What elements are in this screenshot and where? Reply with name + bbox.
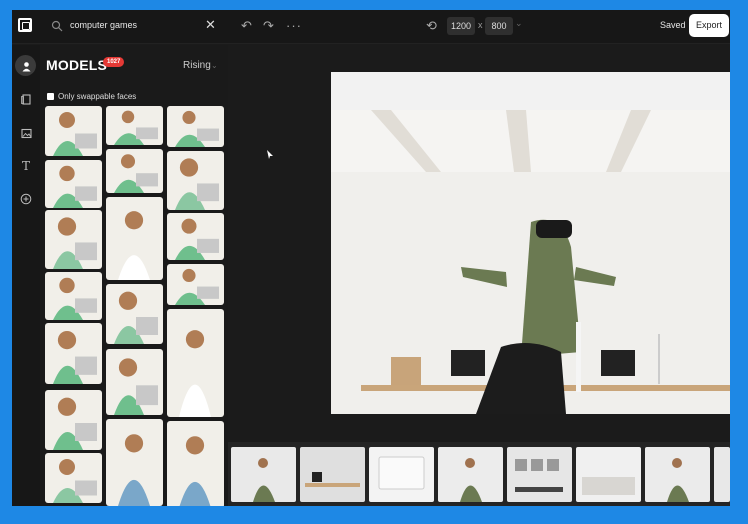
clear-search-icon[interactable]: ✕ — [205, 18, 216, 32]
export-button[interactable]: Export — [689, 14, 729, 37]
filmstrip-frame[interactable] — [369, 447, 434, 502]
mouse-cursor — [267, 150, 273, 159]
height-input[interactable]: 800 — [485, 17, 513, 35]
search-icon — [51, 20, 63, 32]
model-thumbnail[interactable] — [167, 213, 224, 260]
panel-title: MODELS — [46, 57, 108, 73]
model-thumbnail[interactable] — [45, 210, 102, 269]
templates-icon[interactable] — [17, 90, 35, 108]
filmstrip-frame[interactable] — [300, 447, 365, 502]
model-thumbnail[interactable] — [106, 349, 163, 415]
search-input[interactable]: computer games — [70, 20, 137, 30]
model-thumbnail[interactable] — [45, 160, 102, 208]
dimension-separator: x — [478, 20, 483, 30]
model-thumbnail[interactable] — [106, 106, 163, 145]
image-icon[interactable] — [17, 124, 35, 142]
model-thumbnail[interactable] — [106, 419, 163, 506]
model-thumbnail[interactable] — [106, 197, 163, 280]
model-thumbnail[interactable] — [167, 309, 224, 417]
redo-icon[interactable]: ↷ — [263, 18, 274, 34]
undo-icon[interactable]: ↶ — [241, 18, 252, 34]
model-thumbnail[interactable] — [106, 149, 163, 193]
canvas-image[interactable] — [331, 72, 730, 414]
model-thumbnail[interactable] — [45, 106, 102, 156]
swappable-faces-checkbox[interactable] — [47, 93, 54, 100]
model-thumbnail[interactable] — [167, 106, 224, 147]
vr-scene-illustration — [331, 72, 730, 414]
more-icon[interactable]: ··· — [286, 18, 302, 34]
chevron-down-icon[interactable]: ⌄ — [211, 61, 218, 70]
side-rail: T — [12, 45, 40, 506]
model-thumbnail[interactable] — [167, 151, 224, 210]
filmstrip-frame[interactable] — [231, 447, 296, 502]
app-logo[interactable] — [18, 18, 32, 32]
filmstrip-frame[interactable] — [645, 447, 710, 502]
text-icon[interactable]: T — [17, 157, 35, 175]
filmstrip-frame[interactable] — [576, 447, 641, 502]
models-count-badge: 1027 — [103, 57, 125, 67]
model-thumbnail[interactable] — [45, 272, 102, 320]
save-status: Saved — [660, 20, 686, 30]
add-icon[interactable] — [17, 190, 35, 208]
model-thumbnail[interactable] — [106, 284, 163, 344]
filmstrip-frame[interactable] — [438, 447, 503, 502]
filmstrip-frame[interactable] — [507, 447, 572, 502]
model-thumbnail[interactable] — [45, 390, 102, 450]
model-thumbnail[interactable] — [167, 264, 224, 305]
width-input[interactable]: 1200 — [447, 17, 475, 35]
top-bar: computer games ✕ ↶ ↷ ··· ⟲ 1200 x 800 ⌄ … — [12, 10, 730, 44]
user-icon[interactable] — [17, 57, 35, 75]
filmstrip-frame[interactable] — [714, 447, 730, 502]
swappable-faces-label: Only swappable faces — [58, 92, 137, 101]
model-thumbnail[interactable] — [45, 323, 102, 384]
model-thumbnail[interactable] — [167, 421, 224, 506]
app-window: computer games ✕ ↶ ↷ ··· ⟲ 1200 x 800 ⌄ … — [12, 10, 730, 506]
rotate-icon[interactable]: ⟲ — [426, 18, 437, 34]
model-thumbnail[interactable] — [45, 453, 102, 503]
sort-dropdown[interactable]: Rising — [183, 60, 211, 71]
chevron-down-icon[interactable]: ⌄ — [515, 18, 523, 29]
